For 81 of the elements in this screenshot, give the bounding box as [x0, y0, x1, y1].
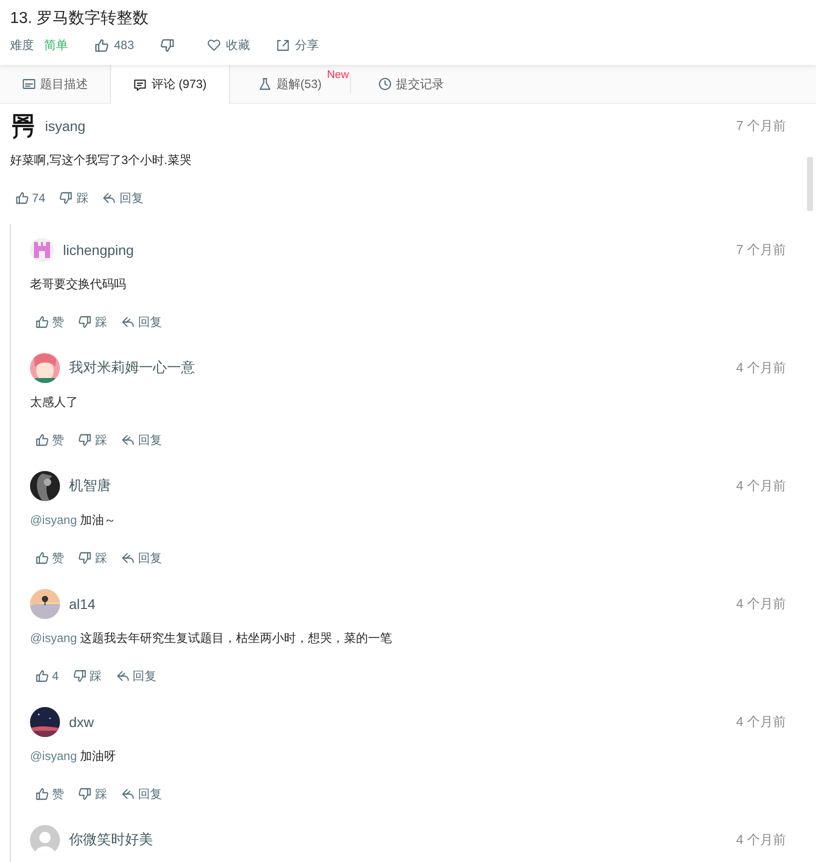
- tab[interactable]: 提交记录: [351, 65, 471, 103]
- card-icon: [22, 77, 36, 91]
- dislike-button[interactable]: 踩: [78, 314, 107, 330]
- reply-arrow-icon: [121, 551, 135, 565]
- comment-text: 太感人了: [30, 394, 79, 410]
- thumbs-up-icon: [35, 551, 49, 565]
- clock-icon: [378, 77, 392, 91]
- username[interactable]: dxw: [69, 714, 94, 730]
- thumbs-up-icon: [35, 787, 49, 801]
- like-button[interactable]: 赞: [35, 314, 64, 330]
- comment-time: 4 个月前: [736, 713, 786, 731]
- comment-text: @isyang 这题我去年研究生复试题目，枯坐两小时，想哭，菜的一笔: [30, 630, 394, 646]
- username[interactable]: 你微笑时好美: [69, 831, 153, 849]
- tab[interactable]: 题目描述: [0, 65, 110, 103]
- comment-text: @isyang 加油呀: [30, 748, 118, 764]
- comment-text: 好菜啊,写这个我写了3个小时.菜哭: [10, 152, 192, 168]
- comment-icon: [133, 78, 148, 92]
- reply-button[interactable]: 回复: [121, 314, 162, 330]
- comment-text: 老哥要交换代码吗: [30, 276, 127, 292]
- default-avatar-icon: [30, 825, 60, 855]
- thumbs-down-icon: [59, 191, 74, 205]
- reply-arrow-icon: [121, 315, 135, 329]
- like-button[interactable]: 4: [35, 669, 59, 683]
- comment-time: 4 个月前: [736, 359, 786, 377]
- thumbs-up-icon: [15, 191, 29, 205]
- reply-button[interactable]: 回复: [121, 432, 162, 448]
- like-button[interactable]: 483: [94, 38, 134, 52]
- dislike-button[interactable]: 踩: [59, 190, 88, 206]
- dislike-button[interactable]: 踩: [72, 668, 102, 684]
- reply-button[interactable]: 回复: [121, 550, 162, 566]
- comment-time: 4 个月前: [736, 477, 786, 495]
- username[interactable]: isyang: [45, 118, 86, 134]
- thumbs-down-icon: [78, 433, 92, 447]
- mention-link[interactable]: @isyang: [30, 513, 77, 527]
- heart-icon: [207, 38, 222, 52]
- reply-arrow-icon: [102, 191, 116, 205]
- comment-time: 4 个月前: [736, 831, 786, 849]
- like-button[interactable]: 赞: [35, 550, 64, 566]
- dislike-button[interactable]: 踩: [78, 786, 107, 802]
- thumbs-up-icon: [35, 433, 49, 447]
- thumbs-down-icon: [78, 315, 92, 329]
- mention-link[interactable]: @isyang: [30, 631, 77, 645]
- dislike-button[interactable]: 踩: [78, 550, 107, 566]
- reply-arrow-icon: [121, 787, 135, 801]
- favorite-button[interactable]: 收藏: [207, 36, 250, 54]
- mention-link[interactable]: @isyang: [30, 749, 77, 763]
- reply-button[interactable]: 回复: [116, 668, 157, 684]
- comment-time: 4 个月前: [736, 595, 786, 613]
- comment-text: @isyang 加油～: [30, 512, 118, 528]
- username[interactable]: 机智唐: [69, 477, 111, 495]
- username[interactable]: al14: [69, 596, 96, 612]
- dislike-button[interactable]: [160, 38, 176, 52]
- thumbs-down-icon: [78, 787, 92, 801]
- new-label: New: [326, 69, 349, 81]
- thumbs-down-icon: [160, 38, 176, 52]
- thumbs-down-icon: [72, 669, 87, 683]
- thumbs-up-icon: [94, 38, 109, 52]
- problem-title: 13. 罗马数字转整数: [10, 9, 150, 29]
- difficulty-value: 简单: [44, 36, 68, 54]
- scrollbar[interactable]: [807, 157, 813, 211]
- difficulty-label: 难度: [10, 36, 34, 54]
- thumbs-up-icon: [35, 315, 49, 329]
- comment-time: 7 个月前: [736, 117, 786, 135]
- reply-button[interactable]: 回复: [121, 786, 162, 802]
- username[interactable]: lichengping: [63, 242, 134, 258]
- dislike-button[interactable]: 踩: [78, 432, 107, 448]
- tab[interactable]: 题解(53) New: [230, 65, 350, 103]
- thumbs-up-icon: [35, 669, 49, 683]
- like-button[interactable]: 赞: [35, 432, 64, 448]
- like-button[interactable]: 赞: [35, 786, 64, 802]
- username[interactable]: 我对米莉姆一心一意: [69, 359, 195, 377]
- share-button[interactable]: 分享: [276, 36, 320, 54]
- like-button[interactable]: 74: [15, 191, 46, 205]
- reply-button[interactable]: 回复: [102, 190, 144, 206]
- comment-time: 7 个月前: [736, 241, 786, 259]
- reply-arrow-icon: [121, 433, 135, 447]
- reply-arrow-icon: [116, 669, 130, 683]
- thumbs-down-icon: [78, 551, 92, 565]
- share-icon: [276, 38, 290, 52]
- flask-icon: [258, 77, 272, 91]
- tab[interactable]: 评论 (973): [110, 65, 230, 104]
